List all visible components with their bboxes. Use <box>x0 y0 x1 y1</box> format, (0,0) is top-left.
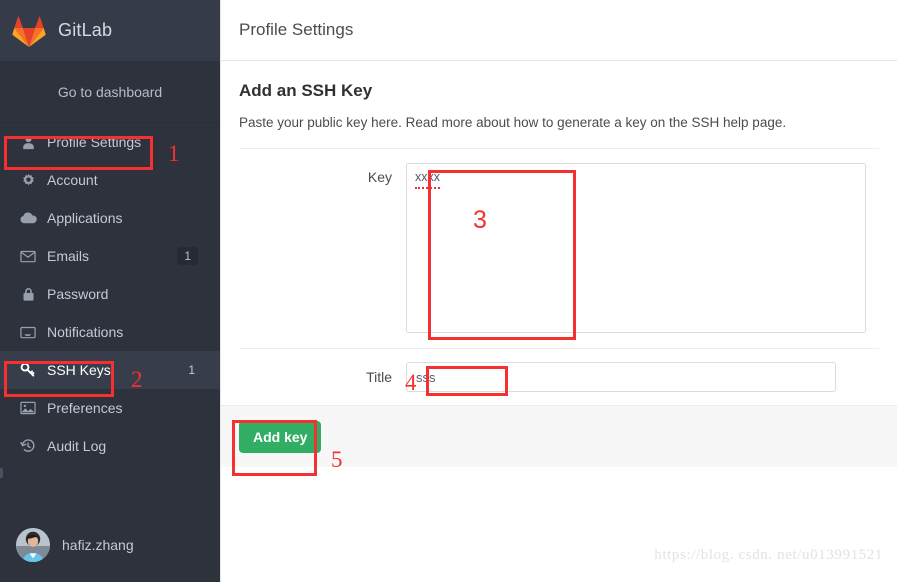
annotation-number-2: 2 <box>131 367 143 392</box>
brand-name: GitLab <box>58 20 113 40</box>
title-field-label: Title <box>366 369 392 385</box>
main-content: Profile Settings Add an SSH Key Paste yo… <box>220 0 897 582</box>
sidebar-user-name: hafiz.zhang <box>62 537 134 553</box>
key-form-row: Key xxxx <box>239 148 879 348</box>
sidebar-item-applications[interactable]: Applications <box>0 199 220 237</box>
form-actions-bar: Add key <box>221 405 897 467</box>
title-input[interactable]: sss <box>406 362 836 392</box>
sidebar-brand[interactable]: GitLab <box>0 0 220 61</box>
sidebar-item-label: Account <box>47 172 98 188</box>
sidebar-item-ssh-keys[interactable]: SSH Keys 1 <box>0 351 220 389</box>
sidebar-item-account[interactable]: Account <box>0 161 220 199</box>
user-icon <box>18 133 38 151</box>
sidebar-item-label: Password <box>47 286 109 302</box>
title-input-value: sss <box>416 369 436 385</box>
page-title: Profile Settings <box>239 20 354 39</box>
sidebar-edge-handle <box>0 468 3 478</box>
section-description: Paste your public key here. Read more ab… <box>239 115 787 130</box>
add-key-button[interactable]: Add key <box>239 420 322 453</box>
gitlab-fox-logo-icon <box>12 15 46 47</box>
sidebar-item-emails[interactable]: Emails 1 <box>0 237 220 275</box>
section-heading: Add an SSH Key <box>239 81 373 100</box>
key-input[interactable]: xxxx <box>406 163 866 333</box>
key-icon <box>18 361 38 379</box>
key-input-value: xxxx <box>415 170 440 189</box>
gitlab-profile-settings-page: GitLab Go to dashboard Profile Settings <box>0 0 897 582</box>
content-area: Add an SSH Key Paste your public key her… <box>221 61 897 405</box>
sidebar-item-password[interactable]: Password <box>0 275 220 313</box>
annotation-number-5: 5 <box>331 447 343 472</box>
inbox-icon <box>18 323 38 341</box>
cloud-icon <box>18 209 38 227</box>
image-icon <box>18 399 38 417</box>
sidebar-item-label: SSH Keys <box>47 362 111 378</box>
sidebar-item-audit-log[interactable]: Audit Log <box>0 427 220 465</box>
sidebar: GitLab Go to dashboard Profile Settings <box>0 0 220 582</box>
sidebar-item-label: Notifications <box>47 324 124 340</box>
envelope-icon <box>18 247 38 265</box>
avatar <box>16 528 50 562</box>
annotation-number-1: 1 <box>168 141 180 166</box>
history-clock-icon <box>18 437 38 455</box>
go-to-dashboard-link[interactable]: Go to dashboard <box>0 61 220 123</box>
sidebar-item-label: Emails <box>47 248 90 264</box>
sidebar-item-preferences[interactable]: Preferences <box>0 389 220 427</box>
gear-icon <box>18 171 38 189</box>
lock-icon <box>18 285 38 303</box>
sidebar-item-label: Profile Settings <box>47 134 142 150</box>
sidebar-nav: Profile Settings Account Applications Em… <box>0 123 220 514</box>
ssh-keys-count: 1 <box>188 363 195 377</box>
sidebar-item-profile-settings[interactable]: Profile Settings <box>0 123 220 161</box>
title-form-row: Title sss <box>239 348 879 405</box>
sidebar-item-notifications[interactable]: Notifications <box>0 313 220 351</box>
watermark-text: https://blog. csdn. net/u013991521 <box>654 547 883 563</box>
sidebar-item-label: Applications <box>47 210 123 226</box>
key-field-label: Key <box>367 169 392 185</box>
topbar: Profile Settings <box>221 0 897 61</box>
sidebar-item-label: Preferences <box>47 400 123 416</box>
annotation-number-3: 3 <box>473 206 487 234</box>
annotation-number-4: 4 <box>405 370 417 395</box>
sidebar-item-label: Audit Log <box>47 438 107 454</box>
emails-badge-count: 1 <box>177 247 198 265</box>
sidebar-user-profile[interactable]: hafiz.zhang <box>0 514 220 576</box>
